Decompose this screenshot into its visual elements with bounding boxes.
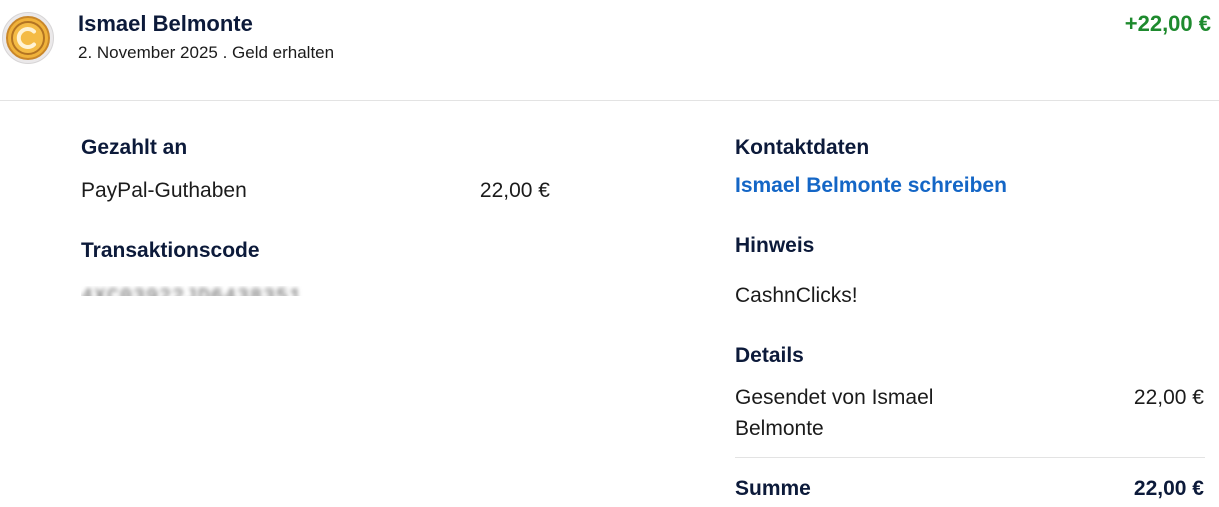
avatar bbox=[2, 12, 54, 64]
transaction-code-heading: Transaktionscode bbox=[81, 239, 260, 262]
coin-icon bbox=[6, 16, 50, 60]
details-line-label-continued: Belmonte bbox=[735, 417, 824, 440]
details-line-label: Gesendet von Ismael bbox=[735, 386, 934, 409]
details-divider bbox=[735, 457, 1205, 458]
total-label: Summe bbox=[735, 477, 811, 500]
payment-method: PayPal-Guthaben bbox=[81, 179, 247, 202]
total-amount: 22,00 € bbox=[1133, 477, 1204, 500]
paid-to-heading: Gezahlt an bbox=[81, 136, 188, 159]
note-heading: Hinweis bbox=[735, 234, 815, 257]
note-text: CashnClicks! bbox=[735, 284, 858, 307]
details-heading: Details bbox=[735, 344, 804, 367]
transaction-header: Ismael Belmonte 2. November 2025 . Geld … bbox=[0, 0, 1219, 101]
transaction-amount: +22,00 € bbox=[1124, 11, 1211, 36]
counterparty-name: Ismael Belmonte bbox=[78, 11, 253, 36]
contact-heading: Kontaktdaten bbox=[735, 136, 870, 159]
transaction-date-status: 2. November 2025 . Geld erhalten bbox=[78, 43, 335, 62]
payment-method-amount: 22,00 € bbox=[479, 179, 550, 202]
message-contact-link[interactable]: Ismael Belmonte schreiben bbox=[735, 174, 1007, 198]
redaction-mask bbox=[81, 296, 311, 310]
details-line-amount: 22,00 € bbox=[1133, 386, 1204, 409]
transaction-code: 4XC03922JD6438351 bbox=[81, 286, 311, 310]
